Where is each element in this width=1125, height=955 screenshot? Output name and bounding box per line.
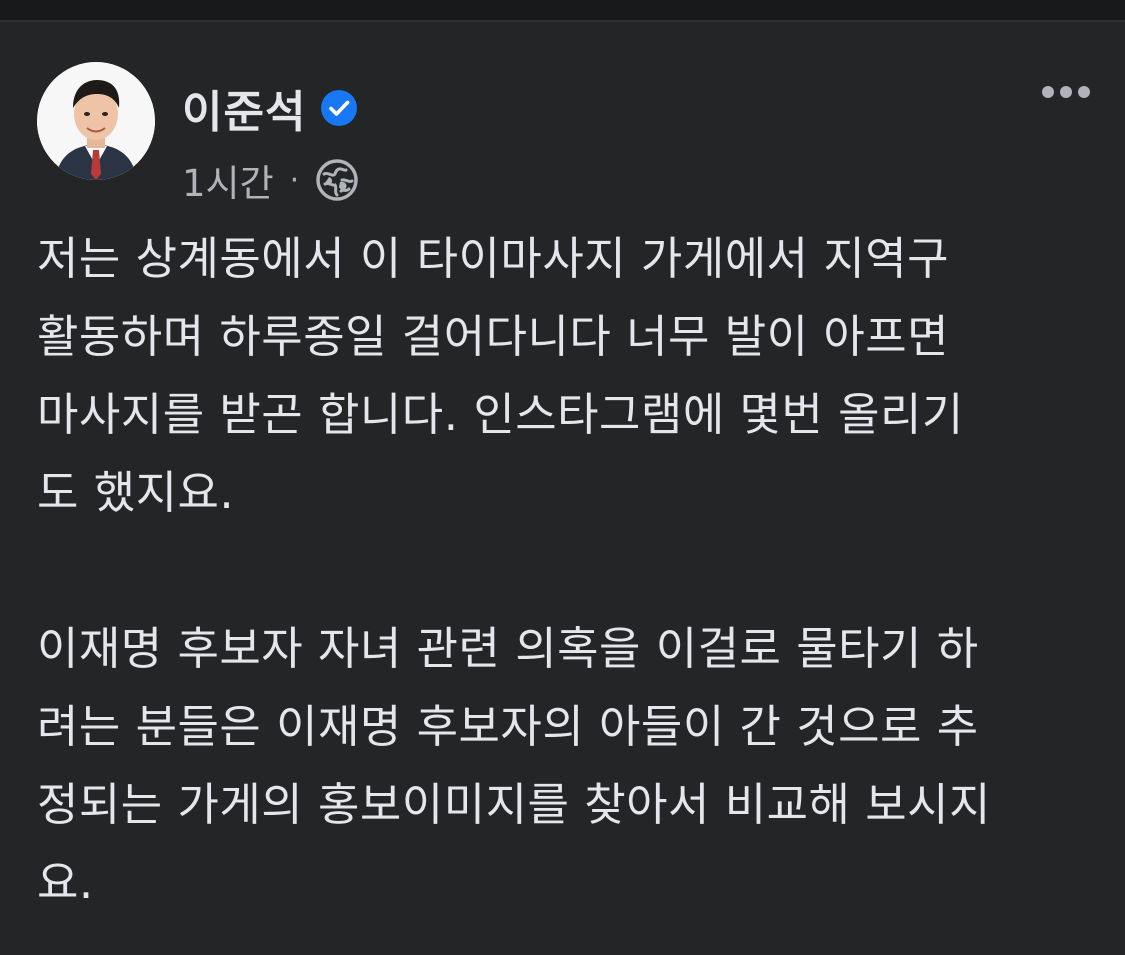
post-text-line: 저는 상계동에서 이 타이마사지 가게에서 지역구 — [37, 232, 950, 285]
post-body: 저는 상계동에서 이 타이마사지 가게에서 지역구 활동하며 하루종일 걸어다니… — [37, 220, 1097, 922]
avatar[interactable] — [37, 62, 155, 180]
meta-separator: · — [289, 162, 300, 198]
post-text-line: 려는 분들은 이재명 후보자의 아들이 간 것으로 추 — [37, 700, 979, 753]
verified-badge-icon — [320, 89, 358, 127]
post-meta: 1시간 · — [182, 154, 359, 206]
top-edge-strip — [0, 0, 1125, 22]
post-text-line: 도 했지요. — [37, 466, 235, 519]
more-options-button[interactable] — [1036, 76, 1096, 108]
post-timestamp[interactable]: 1시간 — [182, 153, 274, 207]
post-text-line: 이재명 후보자 자녀 관련 의혹을 이걸로 물타기 하 — [37, 622, 979, 675]
author-name[interactable]: 이준석 — [182, 76, 306, 140]
more-horizontal-icon — [1042, 86, 1090, 98]
author-row: 이준석 — [182, 78, 358, 138]
post-text-line: 활동하며 하루종일 걸어다니다 너무 발이 아프면 — [37, 310, 950, 363]
profile-photo-icon — [37, 62, 155, 180]
post-text-line: 요. — [37, 856, 94, 909]
globe-icon[interactable] — [315, 158, 359, 202]
post-text-line: 정되는 가게의 홍보이미지를 찾아서 비교해 보시지 — [37, 778, 991, 831]
post-text-line: 마사지를 받곤 합니다. 인스타그램에 몇번 올리기 — [37, 388, 964, 441]
